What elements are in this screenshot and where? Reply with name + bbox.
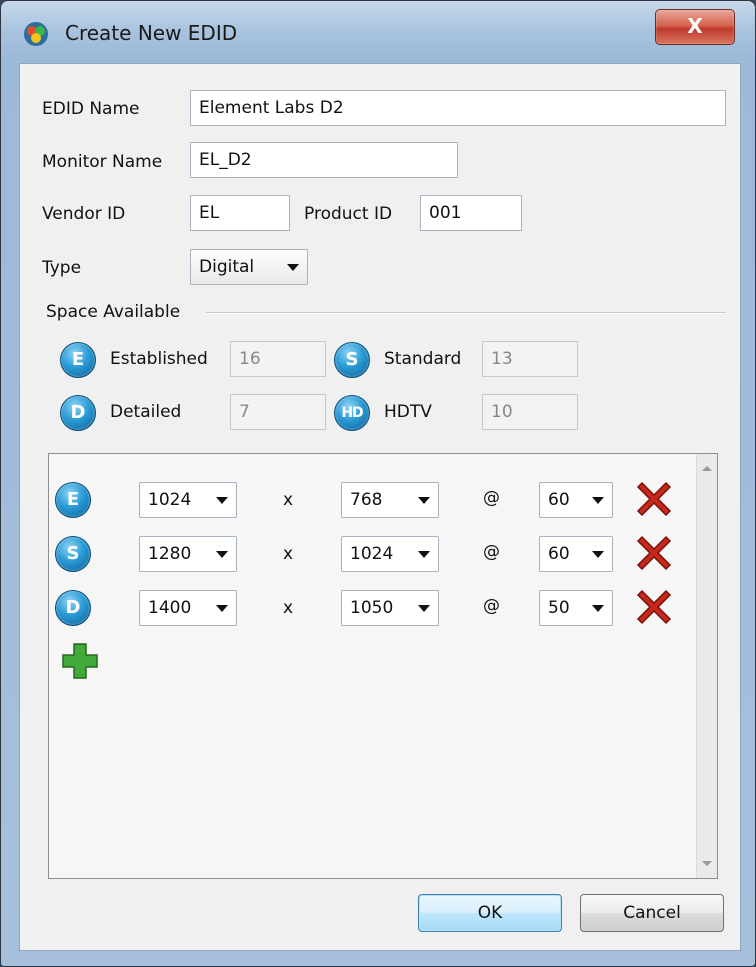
height-select[interactable]: 1050: [341, 590, 439, 626]
plus-icon[interactable]: [59, 640, 101, 682]
at-sign: @: [483, 596, 500, 616]
hdtv-value: 10: [482, 394, 578, 430]
width-select[interactable]: 1024: [139, 482, 237, 518]
chevron-down-icon: [418, 497, 430, 504]
dialog-window: Create New EDID X EDID Name Element Labs…: [0, 0, 756, 967]
chevron-down-icon: [592, 605, 604, 612]
hdtv-badge-icon: HD: [334, 395, 370, 431]
delete-x-icon[interactable]: [631, 530, 677, 576]
width-select-value: 1024: [148, 490, 192, 510]
detailed-value: 7: [230, 394, 326, 430]
height-select[interactable]: 1024: [341, 536, 439, 572]
height-select-value: 768: [350, 490, 383, 510]
chevron-down-icon: [216, 497, 228, 504]
hdtv-label: HDTV: [384, 402, 432, 422]
refresh-rate-select[interactable]: 60: [539, 482, 613, 518]
chevron-down-icon: [216, 605, 228, 612]
chevron-down-icon: [216, 551, 228, 558]
height-select-value: 1050: [350, 598, 394, 618]
window-title: Create New EDID: [65, 21, 238, 45]
type-select[interactable]: Digital: [190, 249, 308, 285]
vendor-id-label: Vendor ID: [42, 204, 126, 224]
close-icon: X: [687, 14, 703, 38]
chevron-down-icon: [592, 497, 604, 504]
times-sign: x: [283, 490, 294, 510]
product-id-input[interactable]: 001: [420, 195, 522, 231]
close-button[interactable]: X: [655, 9, 735, 45]
chevron-down-icon: [418, 605, 430, 612]
times-sign: x: [283, 544, 294, 564]
width-select-value: 1280: [148, 544, 192, 564]
chevron-down-icon: [287, 264, 299, 271]
scroll-up-icon[interactable]: [702, 466, 712, 471]
established-value: 16: [230, 341, 326, 377]
at-sign: @: [483, 488, 500, 508]
detailed-badge-icon: D: [60, 395, 96, 431]
width-select[interactable]: 1400: [139, 590, 237, 626]
width-select[interactable]: 1280: [139, 536, 237, 572]
cancel-button[interactable]: Cancel: [580, 894, 724, 932]
app-icon: [24, 22, 48, 46]
group-divider: [206, 312, 726, 314]
refresh-rate-value: 60: [548, 490, 570, 510]
width-select-value: 1400: [148, 598, 192, 618]
dialog-client-area: EDID Name Element Labs D2 Monitor Name E…: [19, 63, 741, 951]
delete-x-icon[interactable]: [631, 584, 677, 630]
chevron-down-icon: [592, 551, 604, 558]
monitor-name-input[interactable]: EL_D2: [190, 142, 458, 178]
established-badge-icon: E: [55, 482, 91, 518]
refresh-rate-select[interactable]: 60: [539, 536, 613, 572]
edid-name-input[interactable]: Element Labs D2: [190, 90, 726, 126]
established-badge-icon: E: [60, 342, 96, 378]
height-select[interactable]: 768: [341, 482, 439, 518]
ok-button[interactable]: OK: [418, 894, 562, 932]
standard-badge-icon: S: [334, 342, 370, 378]
at-sign: @: [483, 542, 500, 562]
timing-list[interactable]: E 1024 x 768 @ 60 S 1280 x 1024 @ 60 D 1…: [48, 453, 718, 879]
vertical-scrollbar[interactable]: [696, 454, 717, 878]
chevron-down-icon: [418, 551, 430, 558]
type-label: Type: [42, 258, 82, 278]
type-select-value: Digital: [199, 257, 255, 277]
height-select-value: 1024: [350, 544, 394, 564]
title-bar[interactable]: Create New EDID X: [1, 1, 755, 61]
established-label: Established: [110, 349, 208, 369]
detailed-label: Detailed: [110, 402, 182, 422]
vendor-id-input[interactable]: EL: [190, 195, 290, 231]
standard-label: Standard: [384, 349, 462, 369]
edid-name-label: EDID Name: [42, 99, 140, 119]
scroll-down-icon[interactable]: [702, 861, 712, 866]
refresh-rate-value: 60: [548, 544, 570, 564]
detailed-badge-icon: D: [55, 590, 91, 626]
times-sign: x: [283, 598, 294, 618]
refresh-rate-select[interactable]: 50: [539, 590, 613, 626]
standard-value: 13: [482, 341, 578, 377]
monitor-name-label: Monitor Name: [42, 152, 163, 172]
product-id-label: Product ID: [304, 204, 393, 224]
delete-x-icon[interactable]: [631, 476, 677, 522]
standard-badge-icon: S: [55, 536, 91, 572]
refresh-rate-value: 50: [548, 598, 570, 618]
space-available-label: Space Available: [46, 302, 181, 322]
